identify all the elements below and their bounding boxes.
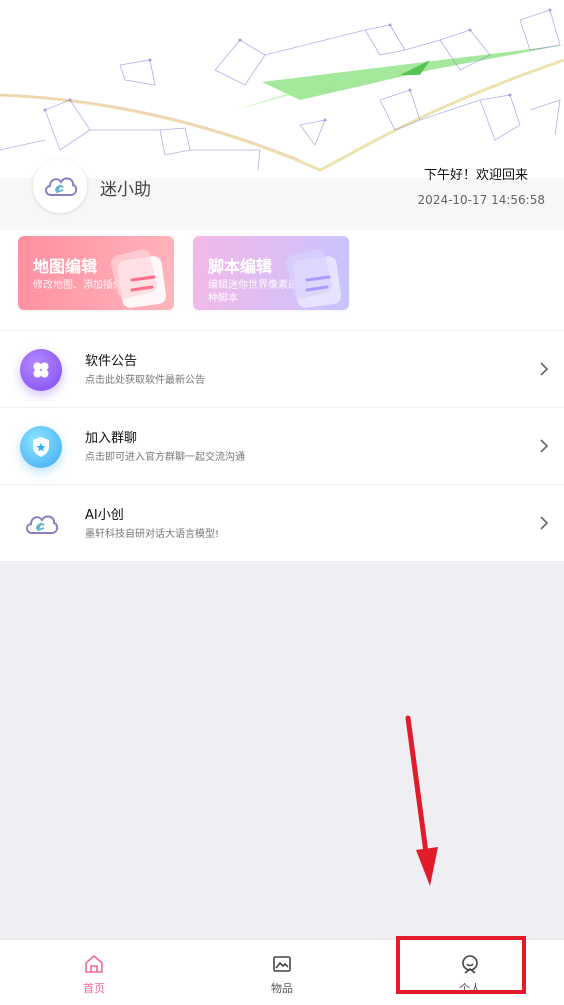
app-name: 迷小助 bbox=[100, 180, 151, 200]
card-title: 脚本编辑 bbox=[208, 257, 273, 276]
avatar[interactable] bbox=[33, 159, 87, 213]
datetime-text: 2024-10-17 14:56:58 bbox=[417, 193, 545, 207]
image-icon bbox=[273, 956, 291, 972]
chevron-right-icon bbox=[540, 362, 549, 376]
item-subtitle: 点击即可进入官方群聊一起交流沟通 bbox=[85, 452, 245, 463]
list-item-announcement[interactable]: 软件公告 点击此处获取软件最新公告 bbox=[0, 331, 564, 408]
notepad-icon bbox=[110, 249, 167, 308]
list-item-ai[interactable]: AI小创 墨轩科技自研对话大语言模型! bbox=[0, 485, 564, 561]
chevron-right-icon bbox=[540, 516, 549, 530]
item-subtitle: 点击此处获取软件最新公告 bbox=[85, 375, 205, 386]
tab-label: 首页 bbox=[83, 982, 105, 995]
clover-icon bbox=[20, 349, 62, 391]
card-title: 地图编辑 bbox=[33, 257, 98, 276]
script-edit-card[interactable]: 脚本编辑 编辑迷你世界像素画等各种脚本 bbox=[193, 236, 349, 310]
item-title: AI小创 bbox=[85, 508, 124, 523]
item-title: 软件公告 bbox=[85, 354, 138, 369]
home-icon bbox=[85, 955, 103, 973]
list-item-join-group[interactable]: 加入群聊 点击即可进入官方群聊一起交流沟通 bbox=[0, 408, 564, 485]
cloud-logo-icon bbox=[20, 503, 62, 545]
item-subtitle: 墨轩科技自研对话大语言模型! bbox=[85, 529, 220, 540]
tab-label: 物品 bbox=[271, 982, 293, 995]
greeting-text: 下午好！欢迎回来 bbox=[423, 168, 528, 183]
tab-home[interactable]: 首页 bbox=[0, 940, 188, 1005]
cloud-logo-icon bbox=[45, 177, 78, 196]
shield-icon bbox=[20, 426, 62, 468]
map-edit-card[interactable]: 地图编辑 修改地图、添加插件 bbox=[18, 236, 174, 310]
annotation-highlight-box bbox=[396, 936, 526, 994]
tab-items[interactable]: 物品 bbox=[188, 940, 376, 1005]
menu-list: 软件公告 点击此处获取软件最新公告 加入群聊 点击即可进入官方群聊一起交流沟通 … bbox=[0, 330, 564, 561]
chevron-right-icon bbox=[540, 439, 549, 453]
item-title: 加入群聊 bbox=[85, 431, 138, 446]
notepad-icon bbox=[285, 249, 342, 308]
feature-cards: 地图编辑 修改地图、添加插件 脚本编辑 编辑迷你世界像素画等各种脚本 bbox=[0, 230, 564, 330]
